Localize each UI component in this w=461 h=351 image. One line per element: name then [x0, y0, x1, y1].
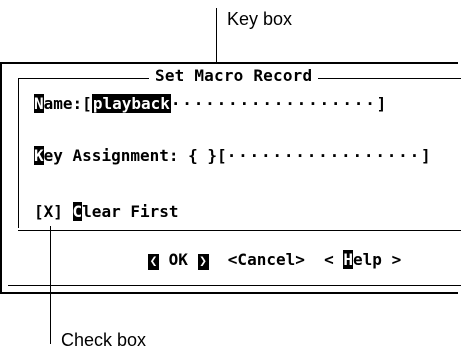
name-label: ame:	[43, 94, 83, 113]
key-assignment-label: ey Assignment:	[43, 146, 189, 165]
right-arrow-icon: ❯	[197, 254, 209, 270]
key-box-callout: Key box	[227, 9, 293, 29]
name-label-hotkey: N	[34, 94, 44, 113]
key-field-close-bracket: ]	[421, 146, 431, 165]
name-field-open-bracket: [	[82, 94, 92, 113]
help-button-label: elp >	[353, 250, 402, 269]
name-field-close-bracket: ]	[376, 94, 387, 113]
help-button[interactable]: < Help >	[324, 250, 401, 269]
dialog-inner-frame-left	[18, 78, 19, 228]
set-macro-record-dialog: Set Macro Record Name:[playback·········…	[0, 62, 461, 294]
dialog-bottom-line	[8, 285, 461, 286]
check-box-callout: Check box	[61, 330, 147, 350]
key-assignment-field[interactable]: ·················	[227, 146, 421, 165]
name-field[interactable]: playback	[91, 94, 171, 113]
key-box[interactable]: { }	[188, 146, 217, 165]
help-hotkey: H	[343, 250, 354, 269]
key-label-hotkey: K	[34, 146, 44, 165]
name-field-fill[interactable]: ··················	[171, 94, 377, 113]
ok-button[interactable]: ❮ OK ❯	[148, 250, 209, 270]
button-row: ❮ OK ❯ <Cancel> < Help >	[148, 250, 401, 270]
dialog-title: Set Macro Record	[149, 66, 319, 85]
key-field-open-bracket: [	[217, 146, 227, 165]
clear-first-row: [X] Clear First	[34, 202, 179, 221]
key-assignment-row: Key Assignment: { }[·················]	[34, 146, 431, 165]
ok-button-label: OK	[159, 250, 198, 269]
button-bar-divider	[18, 230, 461, 231]
cancel-button[interactable]: <Cancel>	[228, 250, 305, 269]
clear-first-checkbox[interactable]: [X]	[34, 202, 73, 221]
help-button-open: <	[324, 250, 344, 269]
check-box-callout-line	[50, 226, 51, 344]
clear-first-hotkey[interactable]: C	[72, 202, 83, 221]
clear-first-label[interactable]: lear First	[82, 202, 178, 221]
left-arrow-icon: ❮	[148, 254, 159, 270]
name-row: Name:[playback··················]	[34, 94, 386, 113]
